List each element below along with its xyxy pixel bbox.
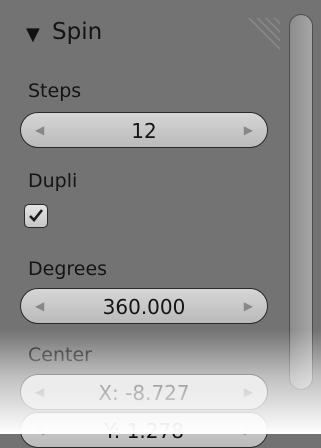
- checkmark-icon: [29, 209, 44, 222]
- degrees-label: Degrees: [28, 258, 108, 280]
- dupli-checkbox[interactable]: [24, 204, 48, 228]
- degrees-value: 360.000: [102, 295, 186, 319]
- increment-arrow-icon[interactable]: ▶: [244, 299, 253, 313]
- center-label: Center: [28, 344, 92, 366]
- spin-panel: ▼ Spin Steps ◀ 12 ▶ Dupli Degrees ◀ 360.…: [0, 0, 321, 448]
- degrees-field[interactable]: ◀ 360.000 ▶: [20, 288, 268, 324]
- drag-handle-icon[interactable]: [244, 18, 280, 54]
- steps-value: 12: [131, 119, 157, 143]
- increment-arrow-icon[interactable]: ▶: [244, 123, 253, 137]
- panel-title: Spin: [52, 19, 103, 45]
- scrollbar[interactable]: [289, 14, 313, 390]
- collapse-triangle-icon[interactable]: ▼: [26, 24, 40, 45]
- panel-header[interactable]: ▼ Spin: [0, 0, 290, 66]
- increment-arrow-icon[interactable]: ▶: [244, 385, 253, 399]
- dupli-label: Dupli: [28, 170, 78, 192]
- steps-label: Steps: [28, 80, 82, 102]
- center-y-field[interactable]: ◀ Y: 1.278 ▶: [20, 412, 268, 448]
- increment-arrow-icon[interactable]: ▶: [244, 423, 253, 437]
- center-x-field[interactable]: ◀ X: -8.727 ▶: [20, 374, 268, 410]
- center-y-value: Y: 1.278: [104, 419, 184, 443]
- center-x-value: X: -8.727: [98, 381, 190, 405]
- steps-field[interactable]: ◀ 12 ▶: [20, 112, 268, 148]
